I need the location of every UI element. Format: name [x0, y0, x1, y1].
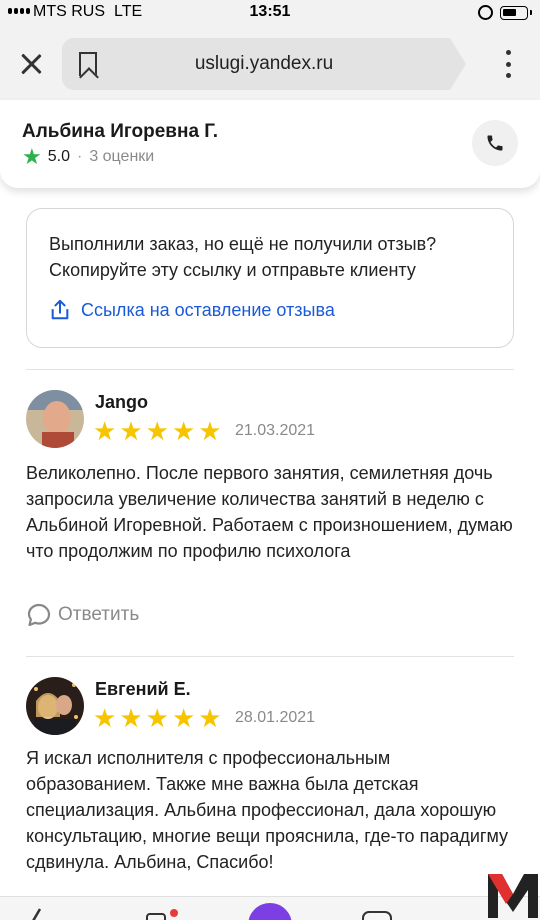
- reviews-count-link[interactable]: 3 оценки: [89, 148, 154, 166]
- browser-toolbar: uslugi.yandex.ru: [0, 26, 540, 100]
- alarm-icon: [478, 5, 493, 20]
- reply-label[interactable]: Ответить: [58, 604, 139, 626]
- reply-button[interactable]: Ответить: [26, 602, 139, 628]
- profile-name: Альбина Игоревна Г.: [22, 121, 218, 142]
- share-icon: [51, 299, 69, 320]
- star-icon: ★: [93, 703, 117, 733]
- review-author: Jango: [95, 392, 149, 412]
- tabs-icon[interactable]: [362, 911, 392, 920]
- star-icon: ★: [198, 416, 222, 446]
- divider: [26, 656, 514, 657]
- url-text[interactable]: uslugi.yandex.ru: [62, 53, 466, 75]
- status-bar: MTS RUS LTE 13:51: [0, 0, 540, 26]
- review-link-button[interactable]: Ссылка на оставление отзыва: [49, 299, 335, 321]
- star-icon: ★: [93, 416, 117, 446]
- star-icon: ★: [119, 416, 143, 446]
- phone-icon: [487, 135, 503, 151]
- star-icon: ★: [22, 144, 42, 169]
- review-text: Я искал исполнителя с профессиональным о…: [26, 748, 509, 872]
- close-icon[interactable]: [14, 48, 48, 82]
- avatar: [26, 677, 84, 735]
- notification-dot: [170, 909, 178, 917]
- star-icon: ★: [171, 416, 196, 446]
- share-review-link-card: Выполнили заказ, но ещё не получили отзы…: [26, 208, 514, 348]
- share-hint-text: Выполнили заказ, но ещё не получили отзы…: [49, 234, 437, 280]
- review-date: 28.01.2021: [235, 709, 316, 726]
- comment-icon: [27, 603, 51, 627]
- address-bar[interactable]: uslugi.yandex.ru: [62, 38, 466, 90]
- rating-value: 5.0: [47, 148, 70, 165]
- star-icon: ★: [145, 703, 169, 733]
- review-item: Евгений Е. ★ ★ ★ ★ ★ 28.01.2021 Я искал испо…: [26, 677, 514, 897]
- rating-stars: ★ ★ ★ ★ ★: [93, 705, 222, 731]
- watermark-logo: [488, 874, 538, 918]
- star-icon: ★: [145, 416, 169, 446]
- star-icon: ★: [198, 703, 222, 733]
- profile-header: Альбина Игоревна Г. ★ 5.0 · 3 оценки: [0, 100, 540, 188]
- call-button[interactable]: [472, 120, 518, 166]
- rating-stars: ★ ★ ★ ★ ★: [93, 418, 222, 444]
- star-icon: ★: [171, 703, 196, 733]
- divider: [26, 369, 514, 370]
- star-icon: ★: [119, 703, 143, 733]
- review-item: Jango ★ ★ ★ ★ ★ 21.03.2021 Великолепно. Посл…: [26, 390, 514, 640]
- apps-icon[interactable]: [146, 913, 166, 920]
- avatar: [26, 390, 84, 448]
- rating-separator: ·: [76, 148, 83, 165]
- profile-rating: ★ 5.0 · 3 оценки: [22, 146, 154, 168]
- review-author: Евгений Е.: [95, 679, 191, 699]
- bottom-navigation: [0, 896, 540, 920]
- alice-icon[interactable]: [248, 903, 292, 920]
- back-icon[interactable]: [30, 907, 50, 920]
- review-text: Великолепно. После первого занятия, семи…: [26, 463, 513, 561]
- more-vertical-icon[interactable]: [502, 46, 514, 82]
- review-date: 21.03.2021: [235, 422, 316, 439]
- status-time: 13:51: [249, 3, 291, 20]
- review-link-label[interactable]: Ссылка на оставление отзыва: [81, 300, 335, 321]
- battery-icon: [500, 6, 532, 20]
